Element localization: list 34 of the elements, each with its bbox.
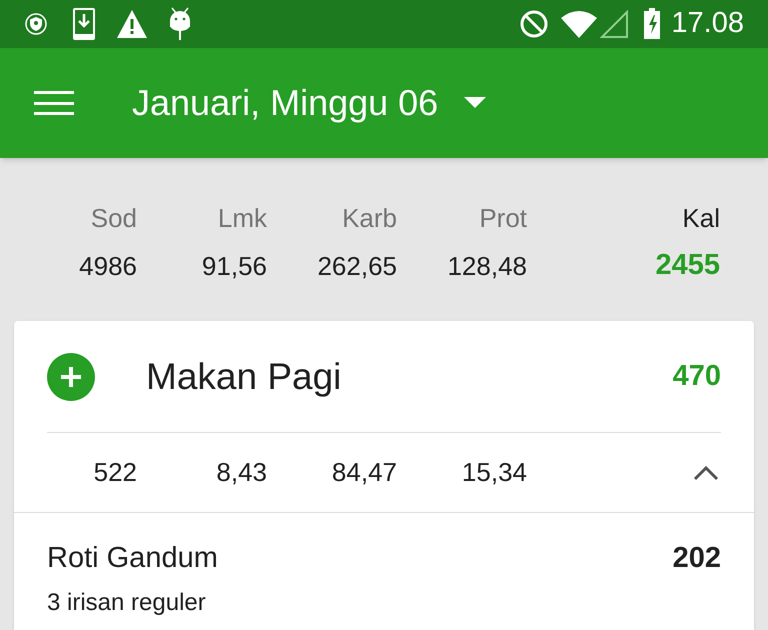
chevron-up-icon [693,464,719,480]
add-button[interactable] [47,352,95,400]
battery-icon [643,8,662,40]
plus-icon [59,364,83,388]
do-not-disturb-icon [519,9,550,39]
nutrient-label: Karb [342,202,397,234]
nutrient-value: 91,56 [202,250,267,282]
week-selector[interactable]: Januari, Minggu 06 [132,76,486,130]
nutrient-value: 522 [94,456,137,489]
meal-title: Makan Pagi [146,354,342,399]
shield-icon [24,12,48,36]
nutrient-label: Lmk [218,202,267,234]
download-icon [72,7,96,41]
dropdown-icon [464,97,486,109]
nutrient-value: 4986 [79,250,137,282]
nutrient-value: 262,65 [317,250,397,282]
nutrient-label: Prot [479,202,527,234]
warning-icon [116,9,148,39]
food-calories: 202 [672,541,721,576]
android-icon [168,7,192,41]
food-name: Roti Gandum [47,541,218,576]
status-time: 17.08 [671,6,744,42]
menu-button[interactable] [34,88,74,118]
nutrient-value: 8,43 [216,456,267,489]
meal-calories: 470 [672,358,721,394]
nutrient-value: 15,34 [462,456,527,489]
nutrient-value: 128,48 [447,250,527,282]
calorie-label: Kal [682,202,720,234]
nutrient-label: Sod [90,202,137,234]
nutrient-value: 84,47 [332,456,397,489]
food-portion: 3 irisan reguler [47,588,207,618]
signal-icon [599,10,630,38]
calorie-total: 2455 [655,248,720,284]
wifi-icon [561,10,598,38]
